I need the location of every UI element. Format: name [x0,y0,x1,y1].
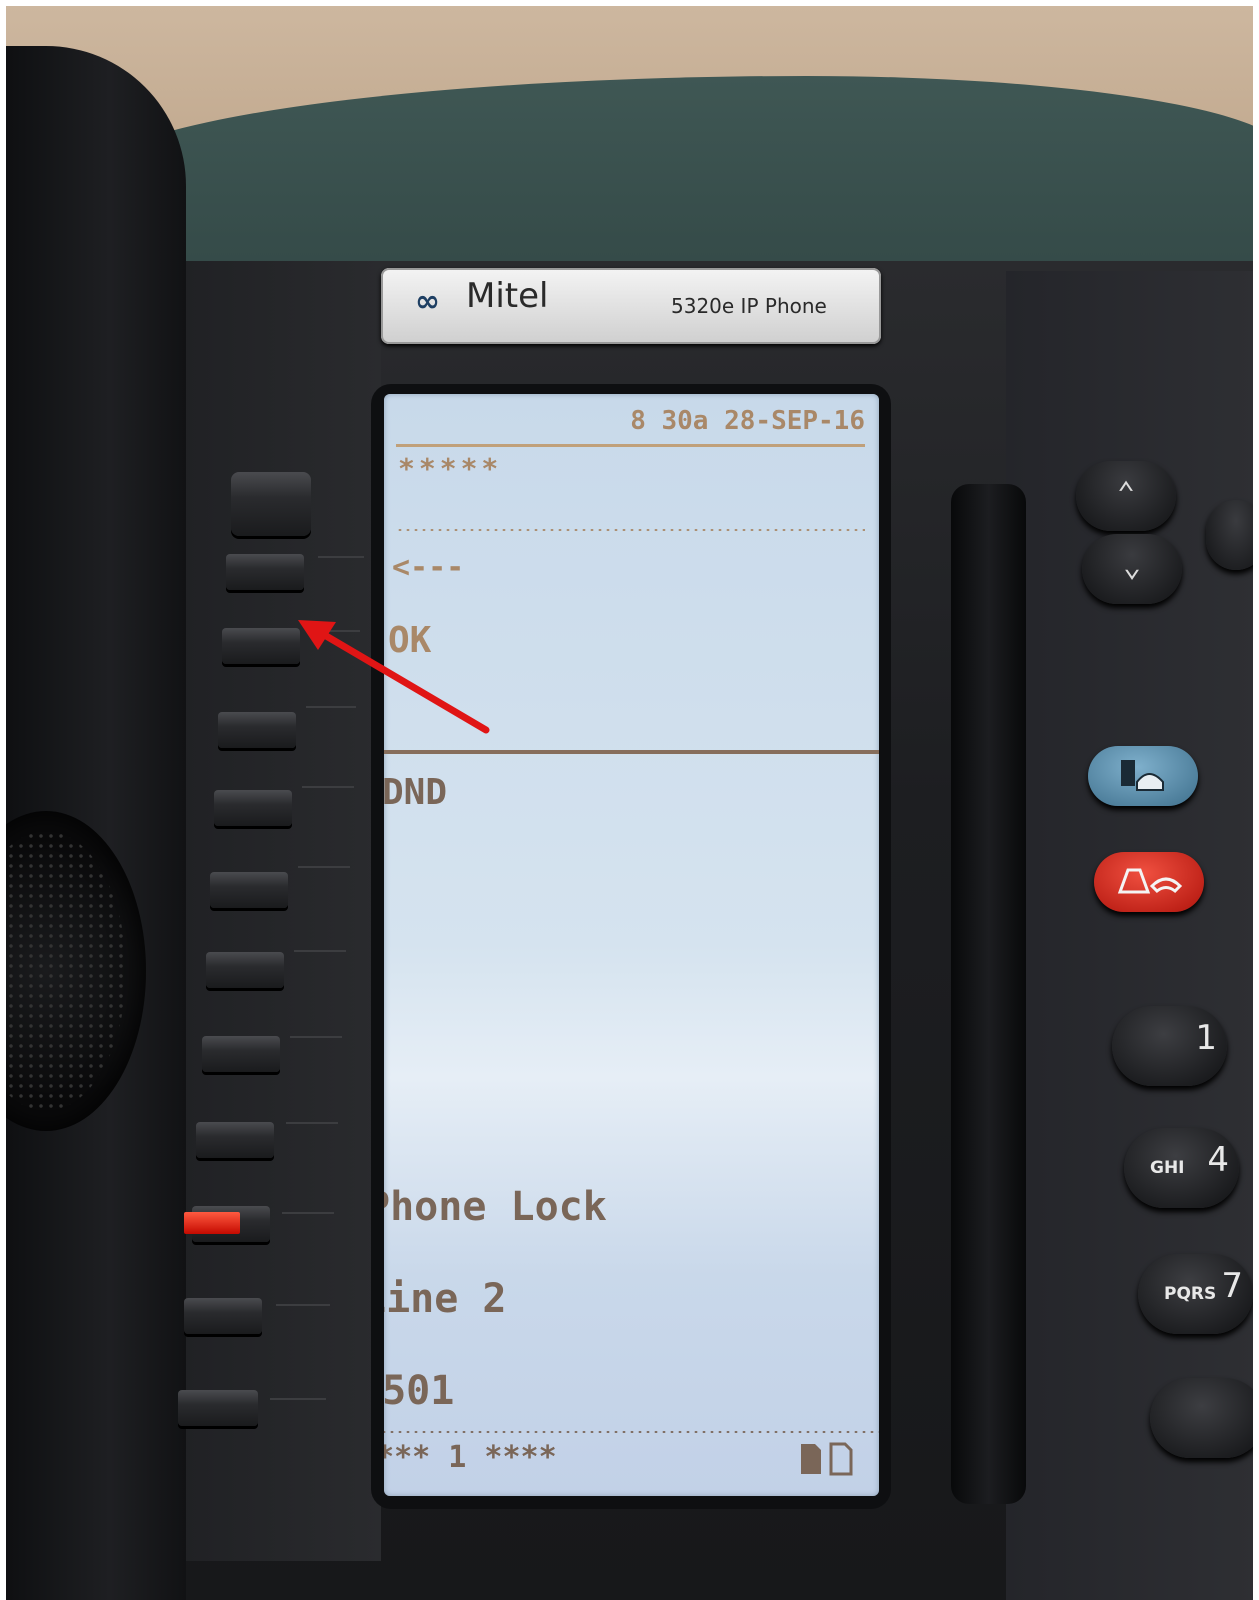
hangup-icon [1117,868,1183,894]
chevron-up-icon: ⌃ [1116,476,1136,511]
key-tick [318,556,364,558]
lcd-display: 8 30a 28-SEP-16 ***** <--- OK DND Phone … [384,394,879,1496]
dotted-divider [396,528,865,532]
dial-key-star[interactable] [1150,1378,1253,1458]
status-divider [384,1430,879,1434]
key-tick [270,1398,326,1400]
key-11-line-2[interactable] [184,1298,262,1334]
status-line: **** 1 **** [384,1440,557,1475]
key-tick [302,786,354,788]
key-tick [290,1036,342,1038]
key-9[interactable] [196,1122,274,1158]
dial-key-4[interactable]: GHI 4 [1124,1128,1239,1208]
phone-photo: ∞ Mitel 5320e IP Phone 8 30a 28-SEP-16 *… [6,6,1253,1600]
softkey-divider [384,750,879,754]
key-6[interactable] [210,872,288,908]
transfer-button[interactable] [1088,746,1198,806]
extension-key-label: 6501 [384,1368,455,1414]
key-tick [282,1212,334,1214]
dial-key-1[interactable]: 1 [1112,1006,1227,1086]
password-mask: ***** [398,452,503,485]
scroll-up-button[interactable]: ⌃ [1076,461,1176,531]
key-2-back[interactable] [226,554,304,590]
line2-key-label: Line 2 [384,1276,507,1322]
model-badge: ∞ Mitel 5320e IP Phone [381,268,881,344]
chevron-down-icon: ⌄ [1122,549,1142,584]
key-tick [286,1122,338,1124]
key-4[interactable] [218,712,296,748]
datetime: 8 30a 28-SEP-16 [630,406,865,436]
key-tick [294,950,346,952]
nav-right-button[interactable] [1206,500,1253,570]
key-5-dnd[interactable] [214,790,292,826]
key-3-ok[interactable] [222,628,300,664]
key-tick [276,1304,330,1306]
back-softkey-label: <--- [392,550,465,585]
active-led-icon [184,1212,240,1234]
model-name: 5320e IP Phone [671,294,827,318]
key-1[interactable] [231,472,311,536]
key-7[interactable] [206,952,284,988]
right-label-slot [951,484,1026,1504]
scroll-down-button[interactable]: ⌄ [1082,534,1182,604]
red-arrow-icon [298,620,490,734]
release-button[interactable] [1094,852,1204,912]
brand-name: Mitel [466,276,549,316]
phone-lock-key-label: Phone Lock [384,1184,607,1230]
page-icon [801,1442,853,1476]
transfer-phone-icon [1121,760,1164,791]
dial-key-7[interactable]: PQRS 7 [1138,1254,1253,1334]
left-key-panel [181,261,381,1561]
key-tick [298,866,350,868]
dnd-key-label: DND [384,772,448,813]
mitel-logo-icon: ∞ [415,284,440,319]
key-12-extension[interactable] [178,1390,258,1426]
header-divider [396,444,865,447]
key-8[interactable] [202,1036,280,1072]
